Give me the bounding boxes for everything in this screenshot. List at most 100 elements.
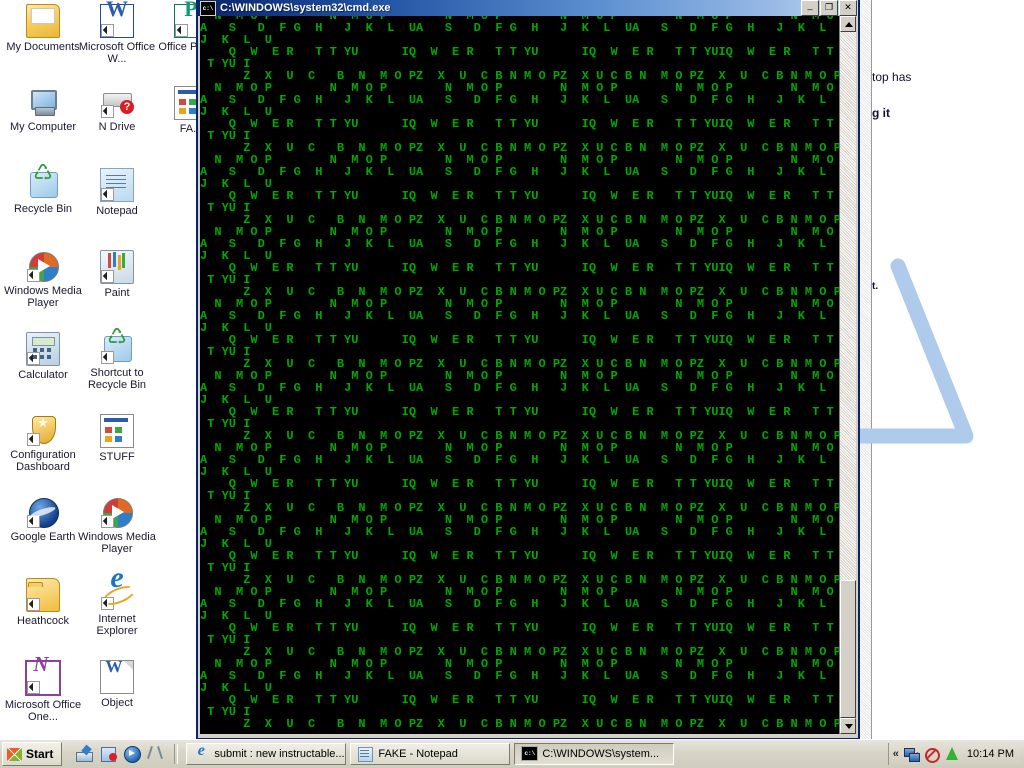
desktop-icon[interactable]: My Documents <box>4 4 82 53</box>
terminal-line: A S D F G H J K L UA S D F G H J K L UA … <box>200 93 842 107</box>
taskbar-task-button[interactable]: submit : new instructable... <box>186 743 347 765</box>
recycle-icon <box>101 331 133 364</box>
doc-text-fragment-2: g it <box>872 106 890 120</box>
start-button[interactable]: Start <box>2 742 63 766</box>
shortcut-arrow-icon <box>101 597 114 610</box>
desktop-icon[interactable]: Configuration Dashboard <box>4 414 82 473</box>
taskbar-separator <box>174 744 179 764</box>
desktop-icon-label: My Computer <box>9 121 77 133</box>
snipping-tool-icon[interactable] <box>148 746 164 762</box>
show-desktop-icon[interactable] <box>76 746 94 762</box>
desktop-icon-label: Configuration Dashboard <box>10 449 76 473</box>
terminal-line: Q W E R T T YU IQ W E R T T YU IQ W E R … <box>200 621 842 635</box>
taskbar-clock[interactable]: 10:14 PM <box>967 748 1014 760</box>
wmp-icon <box>101 496 133 528</box>
cmd-terminal-output[interactable]: N M O P N M O P N M O P N M O P N M O P … <box>200 16 842 734</box>
desktop-icon-label: Microsoft Office One... <box>4 699 82 723</box>
cmd-titlebar[interactable]: c:\ C:\WINDOWS\system32\cmd.exe _ ❐ ✕ <box>198 0 858 16</box>
terminal-line: A S D F G H J K L UA S D F G H J K L UA … <box>200 669 842 683</box>
restore-button[interactable]: ❐ <box>820 0 838 16</box>
terminal-line: Q W E R T T YU IQ W E R T T YU IQ W E R … <box>200 189 842 203</box>
desktop-icon[interactable]: N Drive <box>78 86 156 133</box>
desktop-icon[interactable]: Google Earth <box>4 496 82 543</box>
cmd-icon <box>521 746 539 762</box>
media-player-icon[interactable] <box>124 746 142 763</box>
cmd-vertical-scrollbar[interactable] <box>839 16 856 734</box>
doc-icon <box>100 414 134 448</box>
desktop-icon[interactable]: Microsoft Office W... <box>78 3 156 65</box>
desktop-icon-label: Heathcock <box>17 615 69 627</box>
shortcut-arrow-icon <box>101 105 114 118</box>
system-tray[interactable]: « ✖ 10:14 PM <box>887 743 1020 765</box>
desktop-icon-label: My Documents <box>6 41 80 53</box>
shield-icon <box>27 414 59 446</box>
terminal-line: Q W E R T T YU IQ W E R T T YU IQ W E R … <box>200 693 842 707</box>
desktop-icon[interactable]: Shortcut to Recycle Bin <box>78 331 156 391</box>
desktop-icon[interactable]: My Computer <box>4 86 82 133</box>
cmd-window[interactable]: c:\ C:\WINDOWS\system32\cmd.exe _ ❐ ✕ N … <box>196 0 860 740</box>
shortcut-arrow-icon <box>27 598 40 611</box>
terminal-line: Q W E R T T YU IQ W E R T T YU IQ W E R … <box>200 261 842 275</box>
scroll-down-arrow-icon[interactable] <box>840 718 856 734</box>
minimize-button[interactable]: _ <box>801 0 819 16</box>
start-button-label: Start <box>26 747 54 761</box>
taskbar-task-button[interactable]: FAKE - Notepad <box>350 743 511 765</box>
scrollbar-thumb[interactable] <box>840 580 856 718</box>
desktop-icon-label: Paint <box>104 287 130 299</box>
terminal-line: A S D F G H J K L UA S D F G H J K L UA … <box>200 453 842 467</box>
desktop-icon[interactable]: Object <box>78 660 156 709</box>
folder-icon <box>26 578 60 612</box>
folderdoc-icon <box>26 4 60 38</box>
background-document-window[interactable]: top has g it t. <box>858 0 1024 740</box>
quick-launch-bar[interactable] <box>76 746 164 763</box>
shortcut-arrow-icon <box>175 24 188 37</box>
shortcut-arrow-icon <box>101 351 114 364</box>
terminal-line: A S D F G H J K L UA S D F G H J K L UA … <box>200 381 842 395</box>
blocked-icon[interactable] <box>923 746 940 763</box>
tray-expand-chevron-icon[interactable]: « <box>893 748 899 760</box>
calc-icon <box>26 332 60 366</box>
computer-icon <box>27 86 59 118</box>
desktop-icon-label: N Drive <box>98 121 136 133</box>
terminal-line: Z X U C B N M O PZ X U C B N M O PZ X U … <box>200 717 842 731</box>
desktop-icon[interactable]: Recycle Bin <box>4 167 82 215</box>
ie-icon <box>193 744 209 762</box>
network-disconnected-icon[interactable]: ✖ <box>903 746 920 763</box>
wireless-signal-icon[interactable] <box>943 746 959 762</box>
desktop-icon[interactable]: Paint <box>78 250 156 299</box>
ndrive-icon <box>101 86 134 118</box>
desktop-icon[interactable]: Notepad <box>78 168 156 217</box>
terminal-line: A S D F G H J K L UA S D F G H J K L UA … <box>200 237 842 251</box>
task-button-list[interactable]: submit : new instructable... FAKE - Notep… <box>186 743 887 765</box>
note-icon <box>357 746 374 762</box>
terminal-line: A S D F G H J K L UA S D F G H J K L UA … <box>200 165 842 179</box>
shortcut-arrow-icon <box>27 352 40 365</box>
terminal-line: A S D F G H J K L UA S D F G H J K L UA … <box>200 597 842 611</box>
taskbar-task-button[interactable]: C:\WINDOWS\system... <box>514 743 675 765</box>
word-icon <box>100 3 134 38</box>
desktop-icon[interactable]: STUFF <box>78 414 156 463</box>
desktop-icon[interactable]: Heathcock <box>4 578 82 627</box>
taskbar[interactable]: Start submit : new instructable... FAKE -… <box>0 739 1024 768</box>
earth-icon <box>27 496 59 528</box>
desktop-icon[interactable]: Internet Explorer <box>78 572 156 637</box>
terminal-line: Q W E R T T YU IQ W E R T T YU IQ W E R … <box>200 117 842 131</box>
taskbar-task-label: C:\WINDOWS\system... <box>542 748 660 760</box>
shortcut-arrow-icon <box>101 188 114 201</box>
paint-icon <box>100 250 134 284</box>
recycle-icon <box>27 167 59 200</box>
close-button[interactable]: ✕ <box>839 0 857 16</box>
shortcut-arrow-icon <box>101 24 114 37</box>
shortcut-arrow-icon <box>101 515 114 528</box>
doc-text-fragment-1: top has <box>872 70 912 84</box>
desktop-icon[interactable]: Windows Media Player <box>78 496 156 555</box>
shortcut-arrow-icon <box>27 515 40 528</box>
scroll-up-arrow-icon[interactable] <box>840 16 856 32</box>
desktop-icon-label: Microsoft Office W... <box>78 41 156 65</box>
desktop-icon[interactable]: Windows Media Player <box>4 250 82 309</box>
desktop-icon-label: Shortcut to Recycle Bin <box>87 367 147 391</box>
desktop-icon[interactable]: Calculator <box>4 332 82 381</box>
desktop-icon[interactable]: Microsoft Office One... <box>4 658 82 723</box>
desktop-icon-label: STUFF <box>99 451 135 463</box>
browser-icon[interactable] <box>100 746 118 762</box>
